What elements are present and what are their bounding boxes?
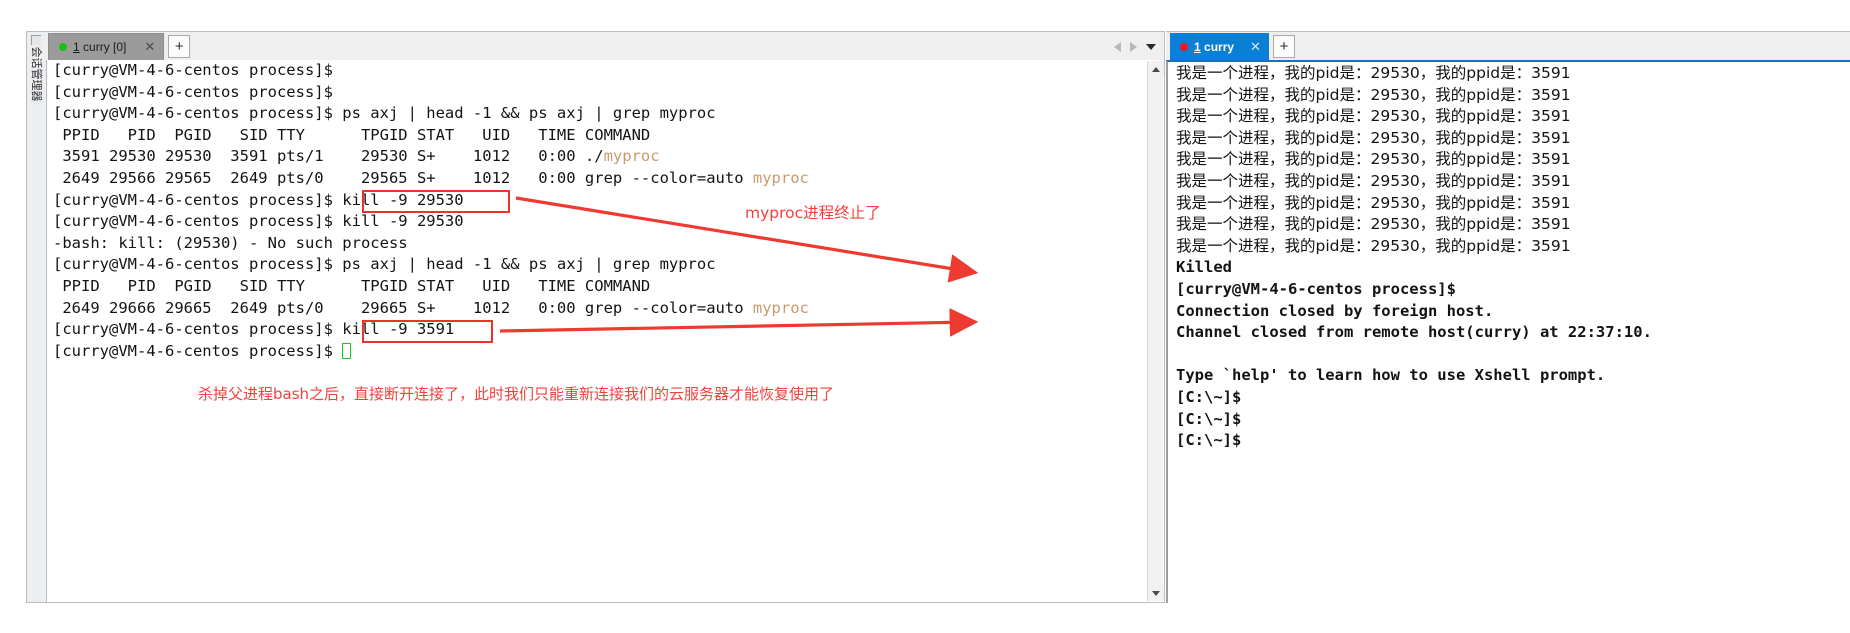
close-icon[interactable]: ✕ [1250, 39, 1261, 55]
terminal-text: 2649 29566 29565 2649 pts/0 29565 S+ 101… [53, 168, 753, 187]
terminal-line: [curry@VM-4-6-centos process]$ kill -9 2… [53, 211, 1142, 233]
terminal-line: [curry@VM-4-6-centos process]$ [1176, 279, 1456, 298]
chevron-down-icon[interactable] [1146, 43, 1156, 50]
terminal-line: [C:\~]$ [1176, 431, 1242, 450]
terminal-line: [curry@VM-4-6-centos process]$ [53, 341, 1142, 363]
terminal-line: 我是一个进程，我的pid是：29530，我的ppid是：3591 [1176, 193, 1571, 212]
terminal-line: [curry@VM-4-6-centos process]$ [53, 82, 1142, 104]
terminal-line: PPID PID PGID SID TTY TPGID STAT UID TIM… [53, 276, 1142, 298]
terminal-line: [curry@VM-4-6-centos process]$ ps axj | … [53, 103, 1142, 125]
left-scrollbar[interactable] [1147, 61, 1164, 601]
terminal-line: [curry@VM-4-6-centos process]$ kill -9 3… [53, 319, 1142, 341]
left-tabbar: 1 curry [0] ✕ + [46, 31, 1165, 60]
tab-curry-0[interactable]: 1 curry [0] ✕ [48, 33, 165, 60]
terminal-line: Killed [1176, 258, 1232, 277]
terminal-text: [curry@VM-4-6-centos process]$ ps axj | … [53, 255, 716, 274]
left-terminal-output: [curry@VM-4-6-centos process]$ [curry@VM-… [53, 60, 1142, 602]
tabbar-controls [1114, 33, 1164, 60]
right-tabbar: 1 curry ✕ + [1166, 31, 1850, 60]
new-tab-button[interactable]: + [168, 35, 191, 58]
terminal-text: 2649 29666 29665 2649 pts/0 29665 S+ 101… [53, 298, 753, 317]
tab-label: 1 curry [1194, 40, 1234, 54]
terminal-line: 我是一个进程，我的pid是：29530，我的ppid是：3591 [1176, 236, 1571, 255]
terminal-line: 我是一个进程，我的pid是：29530，我的ppid是：3591 [1176, 171, 1571, 190]
terminal-line: [C:\~]$ [1176, 409, 1242, 428]
tab-curry[interactable]: 1 curry ✕ [1170, 33, 1269, 60]
terminal-line: Channel closed from remote host(curry) a… [1176, 323, 1652, 342]
terminal-text: [curry@VM-4-6-centos process]$ kill -9 3… [53, 320, 455, 339]
session-manager-label: 会话管理器 [30, 46, 43, 102]
annotation-myproc-terminated: myproc进程终止了 [745, 204, 881, 222]
terminal-text: [curry@VM-4-6-centos process]$ [53, 82, 333, 101]
terminal-text: [curry@VM-4-6-centos process]$ [53, 341, 343, 360]
tab-status-dot-icon [59, 43, 67, 51]
tab-index: 1 [73, 40, 80, 54]
tab-name: curry [1200, 39, 1235, 54]
terminal-text: PPID PID PGID SID TTY TPGID STAT UID TIM… [53, 276, 651, 295]
terminal-text: PPID PID PGID SID TTY TPGID STAT UID TIM… [53, 125, 651, 144]
close-icon[interactable]: ✕ [144, 39, 155, 55]
terminal-line: [curry@VM-4-6-centos process]$ kill -9 2… [53, 190, 1142, 212]
terminal-line: 我是一个进程，我的pid是：29530，我的ppid是：3591 [1176, 107, 1571, 126]
terminal-line: 2649 29666 29665 2649 pts/0 29665 S+ 101… [53, 298, 1142, 320]
tab-status-dot-icon [1180, 42, 1188, 51]
grep-highlight: myproc [752, 298, 809, 317]
terminal-line: 我是一个进程，我的pid是：29530，我的ppid是：3591 [1176, 150, 1571, 169]
terminal-line: 我是一个进程，我的pid是：29530，我的ppid是：3591 [1176, 85, 1571, 104]
new-tab-button[interactable]: + [1272, 35, 1295, 58]
terminal-line: Connection closed by foreign host. [1176, 301, 1494, 320]
terminal-text: [curry@VM-4-6-centos process]$ [53, 61, 333, 79]
terminal-line: [curry@VM-4-6-centos process]$ [53, 60, 1142, 82]
annotation-bash-killed: 杀掉父进程bash之后，直接断开连接了，此时我们只能重新连接我们的云服务器才能恢… [198, 385, 835, 403]
right-terminal-output: 我是一个进程，我的pid是：29530，我的ppid是：3591 我是一个进程，我… [1176, 63, 1848, 603]
scroll-up-icon[interactable] [1148, 61, 1164, 77]
terminal-cursor [342, 342, 352, 359]
terminal-line: Type `help' to learn how to use Xshell p… [1176, 366, 1606, 385]
screenshot-root: 会话管理器 1 curry [0] ✕ + [curry@VM-4-6-cent… [0, 0, 1850, 633]
tab-label: 1 curry [0] [73, 40, 126, 54]
grep-highlight: myproc [603, 147, 660, 166]
tab-index: 1 [1194, 39, 1201, 54]
terminal-line: 我是一个进程，我的pid是：29530，我的ppid是：3591 [1176, 64, 1571, 82]
terminal-line: 3591 29530 29530 3591 pts/1 29530 S+ 101… [53, 146, 1142, 168]
terminal-line: [curry@VM-4-6-centos process]$ ps axj | … [53, 254, 1142, 276]
right-terminal-window: 1 curry ✕ + 我是一个进程，我的pid是：29530，我的ppid是：… [1166, 31, 1850, 603]
right-terminal-body[interactable]: 我是一个进程，我的pid是：29530，我的ppid是：3591 我是一个进程，我… [1166, 60, 1850, 603]
terminal-line: PPID PID PGID SID TTY TPGID STAT UID TIM… [53, 125, 1142, 147]
terminal-text: [curry@VM-4-6-centos process]$ ps axj | … [53, 104, 716, 123]
terminal-text: 3591 29530 29530 3591 pts/1 29530 S+ 101… [53, 147, 604, 166]
arrow-left-icon[interactable] [1114, 41, 1121, 52]
terminal-line: -bash: kill: (29530) - No such process [53, 233, 1142, 255]
terminal-line: 2649 29566 29565 2649 pts/0 29565 S+ 101… [53, 168, 1142, 190]
arrow-right-icon[interactable] [1130, 41, 1137, 52]
left-terminal-body[interactable]: [curry@VM-4-6-centos process]$ [curry@VM-… [46, 60, 1165, 603]
terminal-text: [curry@VM-4-6-centos process]$ kill -9 2… [53, 190, 464, 209]
scroll-down-icon[interactable] [1148, 585, 1164, 601]
session-manager-strip[interactable]: 会话管理器 [26, 31, 46, 603]
terminal-line: 我是一个进程，我的pid是：29530，我的ppid是：3591 [1176, 128, 1571, 147]
left-terminal-window: 会话管理器 1 curry [0] ✕ + [curry@VM-4-6-cent… [26, 31, 1165, 603]
terminal-text: -bash: kill: (29530) - No such process [53, 233, 408, 252]
terminal-text: [curry@VM-4-6-centos process]$ kill -9 2… [53, 212, 464, 231]
tab-name: curry [0] [79, 40, 127, 54]
grep-highlight: myproc [752, 168, 809, 187]
terminal-line: [C:\~]$ [1176, 387, 1242, 406]
terminal-line: 我是一个进程，我的pid是：29530，我的ppid是：3591 [1176, 215, 1571, 234]
